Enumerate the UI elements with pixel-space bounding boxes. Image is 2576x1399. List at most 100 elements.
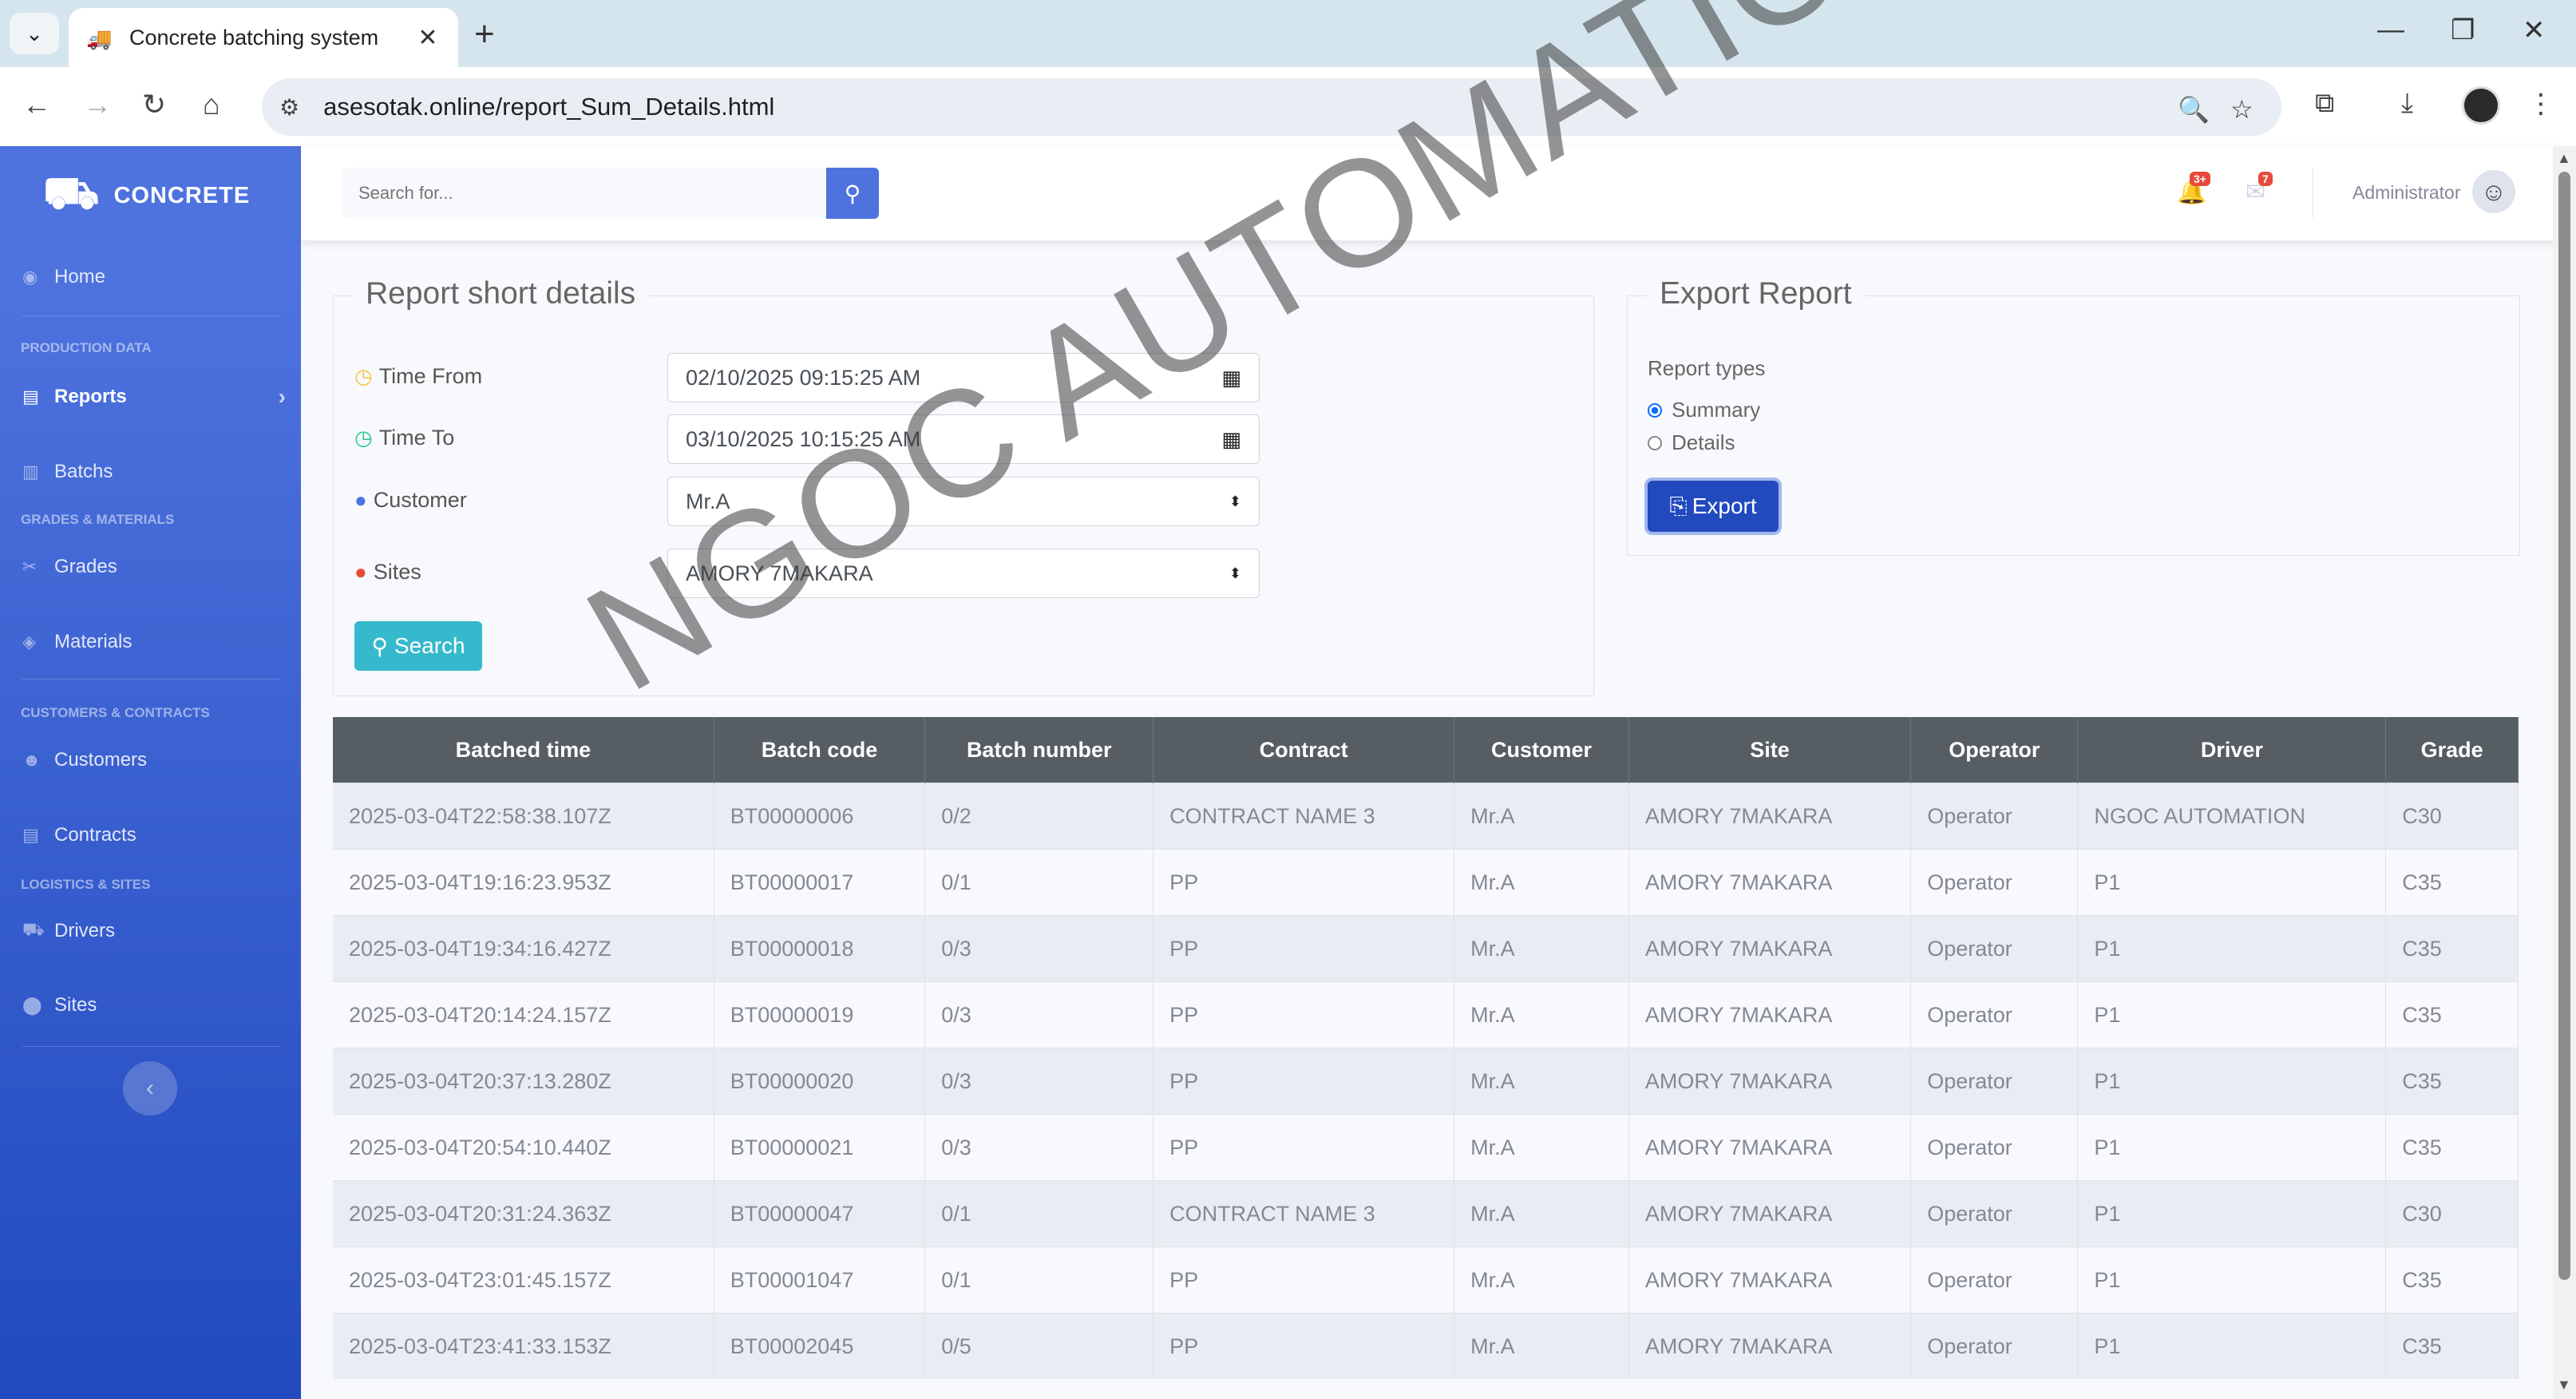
table-row[interactable]: 2025-03-04T20:54:10.440Z BT00000021 0/3 PP M… [333, 1114, 2519, 1181]
zoom-icon[interactable]: 🔍 [2178, 94, 2210, 125]
table-cell: Operator [1910, 1246, 2079, 1314]
select-arrows-icon: ⬍ [1229, 565, 1241, 581]
brand[interactable]: ⛟ CONCRETE [43, 168, 250, 221]
calendar-icon[interactable]: ▦ [1221, 427, 1241, 452]
table-cell: PP [1153, 981, 1455, 1048]
table-row[interactable]: 2025-03-04T20:31:24.363Z BT00000047 0/1 CON… [333, 1180, 2519, 1247]
table-row[interactable]: 2025-03-04T23:41:33.153Z BT00002045 0/5 PP M… [333, 1313, 2519, 1379]
column-header[interactable]: Batch number [924, 717, 1154, 783]
search-report-button[interactable]: ⚲ Search [354, 621, 482, 671]
restore-icon[interactable]: ❐ [2451, 14, 2475, 46]
forward-icon[interactable]: → [83, 88, 112, 121]
messages-envelope[interactable]: ✉ 7 [2246, 172, 2273, 206]
new-tab-button[interactable]: + [474, 14, 495, 54]
sidebar-item-customers[interactable]: ☻ Customers [22, 749, 286, 771]
table-row[interactable]: 2025-03-04T20:37:13.280Z BT00000020 0/3 PP M… [333, 1048, 2519, 1115]
sidebar-item-label: Contracts [54, 824, 137, 846]
table-cell: 2025-03-04T22:58:38.107Z [333, 783, 714, 850]
table-row[interactable]: 2025-03-04T19:34:16.427Z BT00000018 0/3 PP M… [333, 915, 2519, 982]
table-cell: P1 [2077, 1246, 2387, 1314]
customer-label: ● Customer [354, 488, 467, 513]
sidebar-toggle-button[interactable]: ‹ [123, 1061, 177, 1116]
column-header[interactable]: Customer [1454, 717, 1629, 783]
summary-radio[interactable] [1648, 402, 1662, 418]
brand-logo-icon: ⛟ [43, 167, 100, 218]
tools-icon: ✂ [22, 557, 38, 577]
site-info-icon[interactable]: ⚙ [279, 94, 299, 121]
column-header[interactable]: Batched time [333, 717, 714, 783]
table-cell: 0/1 [924, 849, 1154, 916]
column-header[interactable]: Contract [1153, 717, 1455, 783]
details-radio[interactable] [1648, 435, 1662, 450]
file-export-icon: ⎘ [1669, 493, 1688, 518]
scroll-up-icon[interactable]: ▲ [2557, 150, 2571, 167]
label-text: Time To [378, 426, 455, 450]
bookmark-star-icon[interactable]: ☆ [2230, 94, 2254, 125]
tab-search-button[interactable]: ⌄ [10, 13, 59, 54]
table-cell: Mr.A [1454, 1114, 1629, 1181]
reload-icon[interactable]: ↻ [142, 88, 166, 121]
time-from-input[interactable]: 02/10/2025 09:15:25 AM ▦ [667, 353, 1260, 402]
sidebar-item-batchs[interactable]: ▥ Batchs [22, 461, 286, 483]
map-marker-icon: ● [354, 560, 367, 584]
table-cell: CONTRACT NAME 3 [1153, 1180, 1455, 1247]
close-tab-icon[interactable]: ✕ [412, 24, 444, 52]
scrollbar-thumb[interactable] [2558, 172, 2570, 1280]
customer-select[interactable]: Mr.A ⬍ [667, 477, 1260, 526]
table-cell: C35 [2385, 849, 2519, 916]
column-header[interactable]: Batch code [714, 717, 926, 783]
sidebar-item-drivers[interactable]: ⛟ Drivers [22, 919, 286, 942]
clock-icon: ◷ [354, 426, 373, 450]
export-button[interactable]: ⎘ Export [1648, 481, 1779, 532]
table-cell: C35 [2385, 1313, 2519, 1379]
column-header[interactable]: Driver [2077, 717, 2387, 783]
sidebar-item-sites[interactable]: ⬤ Sites [22, 994, 286, 1017]
sidebar-item-label: Home [54, 266, 106, 287]
summary-option[interactable]: Summary [1648, 398, 1760, 422]
user-name[interactable]: Administrator [2352, 182, 2460, 204]
active-tab[interactable]: 🚚 Concrete batching system ✕ [69, 8, 458, 67]
sidebar-item-materials[interactable]: ◈ Materials [22, 631, 286, 653]
sidebar-item-home[interactable]: ◉ Home [22, 266, 286, 288]
table-cell: BT00000006 [714, 783, 926, 850]
time-from-value: 02/10/2025 09:15:25 AM [686, 365, 921, 390]
table-cell: 2025-03-04T20:54:10.440Z [333, 1114, 714, 1181]
sites-select[interactable]: AMORY 7MAKARA ⬍ [667, 549, 1260, 598]
url-field[interactable]: ⚙ asesotak.online/report_Sum_Details.htm… [262, 78, 2281, 136]
time-to-input[interactable]: 03/10/2025 10:15:25 AM ▦ [667, 414, 1260, 464]
search-button[interactable]: ⚲ [826, 168, 879, 219]
table-cell: 0/3 [924, 1114, 1154, 1181]
sidebar-item-reports[interactable]: ▤ Reports › [22, 384, 286, 409]
table-row[interactable]: 2025-03-04T20:14:24.157Z BT00000019 0/3 PP M… [333, 981, 2519, 1048]
scroll-down-icon[interactable]: ▼ [2557, 1377, 2571, 1393]
sidebar-item-label: Sites [54, 994, 97, 1016]
download-icon[interactable]: ⤓ [2401, 88, 2413, 119]
time-from-label: ◷ Time From [354, 364, 482, 389]
minimize-icon[interactable]: — [2377, 14, 2404, 46]
column-header[interactable]: Operator [1910, 717, 2079, 783]
details-option[interactable]: Details [1648, 430, 1735, 455]
alerts-bell[interactable]: 🔔 3+ [2177, 172, 2210, 206]
table-cell: BT00000020 [714, 1048, 926, 1115]
table-cell: Operator [1910, 1313, 2079, 1379]
table-row[interactable]: 2025-03-04T22:58:38.107Z BT00000006 0/2 CON… [333, 783, 2519, 850]
table-cell: Mr.A [1454, 1313, 1629, 1379]
home-icon[interactable]: ⌂ [203, 88, 220, 121]
sidebar-item-grades[interactable]: ✂ Grades [22, 556, 286, 578]
extensions-icon[interactable]: ⧉ [2315, 88, 2334, 119]
sidebar-item-contracts[interactable]: ▤ Contracts [22, 824, 286, 846]
table-row[interactable]: 2025-03-04T19:16:23.953Z BT00000017 0/1 PP M… [333, 849, 2519, 916]
profile-avatar[interactable] [2462, 86, 2500, 125]
browser-menu-icon[interactable]: ⋮ [2527, 88, 2554, 120]
table-row[interactable]: 2025-03-04T23:01:45.157Z BT00001047 0/1 PP M… [333, 1246, 2519, 1314]
back-icon[interactable]: ← [22, 88, 51, 121]
dashboard-icon: ◉ [22, 267, 38, 287]
close-window-icon[interactable]: ✕ [2523, 14, 2546, 46]
label-text: Sites [373, 560, 421, 584]
column-header[interactable]: Grade [2385, 717, 2519, 783]
user-avatar[interactable]: ☺ [2472, 170, 2515, 213]
calendar-icon[interactable]: ▦ [1221, 366, 1241, 390]
table-cell: Operator [1910, 849, 2079, 916]
column-header[interactable]: Site [1628, 717, 1912, 783]
search-input[interactable] [357, 182, 823, 204]
